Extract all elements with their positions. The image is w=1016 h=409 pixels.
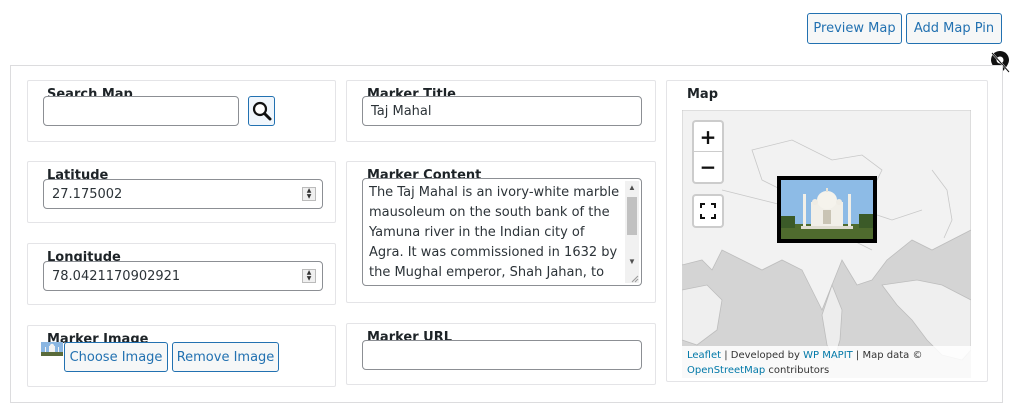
zoom-in-button[interactable]: + <box>694 122 722 152</box>
search-map-input[interactable] <box>43 96 239 126</box>
longitude-input[interactable]: 78.0421170902921 ▲ ▼ <box>43 261 323 291</box>
scroll-down-icon[interactable]: ▼ <box>625 255 639 269</box>
scroll-thumb[interactable] <box>627 197 637 235</box>
latitude-input[interactable]: 27.175002 ▲ ▼ <box>43 179 323 209</box>
map-label: Map <box>687 87 719 102</box>
taj-mahal-image <box>781 180 873 239</box>
search-map-box: Search Map <box>27 80 336 142</box>
marker-content-box: Marker Content The Taj Mahal is an ivory… <box>346 161 656 303</box>
marker-image-box: Marker Image Choose Image Remove Image <box>27 325 336 387</box>
leaflet-link[interactable]: Leaflet <box>687 350 721 361</box>
marker-url-input[interactable] <box>362 340 642 370</box>
longitude-box: Longitude 78.0421170902921 ▲ ▼ <box>27 243 336 305</box>
attribution-data-text: | Map data © <box>852 350 923 361</box>
marker-image-popup[interactable] <box>777 176 877 243</box>
longitude-spinner[interactable]: ▲ ▼ <box>302 269 316 283</box>
longitude-value: 78.0421170902921 <box>52 268 181 284</box>
marker-image-thumbnail <box>41 342 63 356</box>
attribution-contributors-text: contributors <box>765 365 830 376</box>
choose-image-button[interactable]: Choose Image <box>64 342 168 372</box>
marker-url-box: Marker URL <box>346 323 656 385</box>
attribution-dev-text: | Developed by <box>721 350 804 361</box>
openstreetmap-link[interactable]: OpenStreetMap <box>687 365 765 376</box>
map-attribution: Leaflet | Developed by WP MAPIT | Map da… <box>682 346 971 378</box>
map-pin-form-panel: Search Map Latitude 27.175002 ▲ ▼ Longitu… <box>10 65 1003 403</box>
preview-map-button[interactable]: Preview Map <box>807 13 902 44</box>
latitude-value: 27.175002 <box>52 186 123 202</box>
marker-title-box: Marker Title Taj Mahal <box>346 80 656 142</box>
fullscreen-icon <box>700 203 716 219</box>
marker-content-text: The Taj Mahal is an ivory-white marble m… <box>369 185 620 280</box>
map-box: Map + − Leaflet | Developed by WP MAPIT … <box>666 80 988 382</box>
map-canvas[interactable]: + − Leaflet | Developed by WP MAPIT | Ma… <box>682 110 971 378</box>
marker-title-input[interactable]: Taj Mahal <box>362 96 642 126</box>
latitude-box: Latitude 27.175002 ▲ ▼ <box>27 161 336 223</box>
zoom-control: + − <box>692 120 724 184</box>
fullscreen-button[interactable] <box>692 194 724 228</box>
search-button[interactable] <box>248 96 275 126</box>
add-map-pin-button[interactable]: Add Map Pin <box>906 13 1002 44</box>
scroll-up-icon[interactable]: ▲ <box>625 181 639 195</box>
marker-content-textarea[interactable]: The Taj Mahal is an ivory-white marble m… <box>362 178 642 286</box>
textarea-scrollbar[interactable]: ▲ ▼ <box>625 181 639 283</box>
map-tiles <box>682 110 971 378</box>
resize-grip-icon[interactable] <box>631 275 639 283</box>
search-icon <box>252 101 271 121</box>
remove-image-button[interactable]: Remove Image <box>172 342 279 372</box>
wp-mapit-link[interactable]: WP MAPIT <box>803 350 853 361</box>
zoom-out-button[interactable]: − <box>694 152 722 182</box>
latitude-spinner[interactable]: ▲ ▼ <box>302 187 316 201</box>
